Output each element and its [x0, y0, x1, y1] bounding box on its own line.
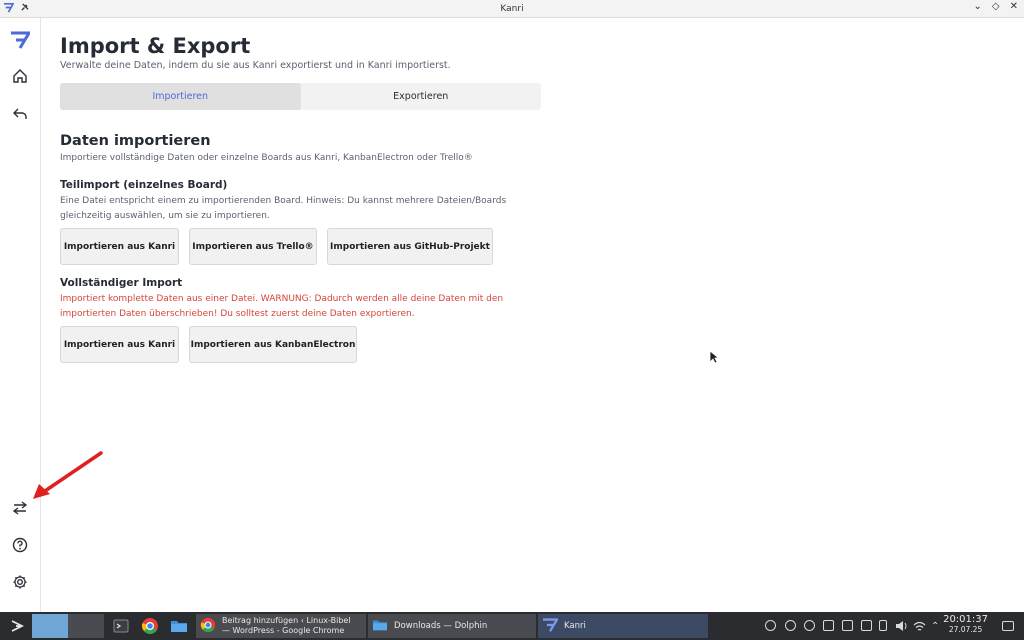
section-subtitle: Importiere vollständige Daten oder einze…	[60, 153, 473, 163]
close-icon[interactable]: ✕	[1010, 1, 1018, 12]
tray-settings-icon[interactable]	[765, 620, 776, 631]
import-github-button[interactable]: Importieren aus GitHub-Projekt	[327, 228, 493, 265]
clock-date: 27.07.25	[948, 625, 983, 634]
tray-clipboard-icon[interactable]	[823, 620, 834, 631]
page-subtitle: Verwalte deine Daten, indem du sie aus K…	[60, 60, 451, 71]
chrome-icon[interactable]	[139, 614, 161, 638]
taskbar-window-label: Downloads — Dolphin	[394, 621, 488, 631]
home-icon[interactable]	[10, 66, 30, 86]
taskbar-window-label: Kanri	[564, 621, 586, 631]
pin-icon[interactable]	[20, 3, 29, 15]
page-title: Import & Export	[60, 34, 251, 58]
maximize-icon[interactable]: ◇	[992, 1, 1000, 12]
annotation-arrow	[33, 451, 103, 499]
terminal-icon[interactable]	[110, 614, 132, 638]
taskbar-window-chrome[interactable]: Beitrag hinzufügen ‹ Linux-Bibel — WordP…	[196, 614, 366, 638]
tab-bar: Importieren Exportieren	[60, 83, 541, 110]
volume-icon[interactable]	[895, 618, 909, 634]
app-launcher-icon[interactable]	[6, 614, 28, 638]
taskbar-window-dolphin[interactable]: Downloads — Dolphin	[368, 614, 536, 638]
import-kanri-full-button[interactable]: Importieren aus Kanri	[60, 326, 179, 363]
full-import-warning: Importiert komplette Daten aus einer Dat…	[60, 294, 504, 319]
taskbar-window-label: Beitrag hinzufügen ‹ Linux-Bibel — WordP…	[222, 616, 351, 635]
tab-export[interactable]: Exportieren	[301, 83, 542, 110]
help-icon[interactable]	[10, 535, 30, 555]
import-kanbanelectron-button[interactable]: Importieren aus KanbanElectron	[189, 326, 357, 363]
kanri-logo-icon[interactable]	[10, 30, 30, 50]
tray-media-icon[interactable]	[804, 620, 815, 631]
tray-battery-icon[interactable]	[879, 620, 887, 631]
back-icon[interactable]	[10, 104, 30, 124]
desktop-pager-2[interactable]	[68, 614, 104, 638]
folder-icon[interactable]	[168, 614, 190, 638]
minimize-icon[interactable]: ⌄	[974, 1, 982, 12]
kanri-logo-icon	[538, 617, 558, 635]
window-title: Kanri	[500, 3, 524, 14]
partial-import-description: Eine Datei entspricht einem zu importier…	[60, 196, 507, 221]
desktop-pager-1[interactable]	[32, 614, 68, 638]
folder-icon	[368, 618, 388, 635]
taskbar: Beitrag hinzufügen ‹ Linux-Bibel — WordP…	[0, 612, 1024, 640]
clock[interactable]: 20:01:37 27.07.25	[943, 615, 988, 635]
show-desktop-icon[interactable]	[1002, 621, 1014, 631]
import-trello-button[interactable]: Importieren aus Trello®	[189, 228, 317, 265]
import-kanri-board-button[interactable]: Importieren aus Kanri	[60, 228, 179, 265]
tray-device-icon[interactable]	[861, 620, 872, 631]
sidebar	[0, 18, 41, 612]
window-titlebar: Kanri ⌄ ◇ ✕	[0, 0, 1024, 18]
tray-display-icon[interactable]	[842, 620, 853, 631]
gear-icon[interactable]	[10, 572, 30, 592]
taskbar-window-kanri[interactable]: Kanri	[538, 614, 708, 638]
tray-expand-icon[interactable]: ⌃	[931, 618, 941, 634]
kanri-logo-icon	[3, 2, 15, 16]
tray-updates-icon[interactable]	[785, 620, 796, 631]
clock-time: 20:01:37	[943, 614, 988, 625]
wifi-icon[interactable]	[913, 618, 927, 634]
chrome-icon	[196, 617, 216, 636]
full-import-heading: Vollständiger Import	[60, 277, 183, 289]
partial-import-heading: Teilimport (einzelnes Board)	[60, 179, 228, 191]
mouse-cursor-icon	[709, 350, 719, 364]
tab-import[interactable]: Importieren	[60, 83, 301, 110]
import-export-icon[interactable]	[10, 498, 30, 518]
section-title: Daten importieren	[60, 133, 211, 149]
